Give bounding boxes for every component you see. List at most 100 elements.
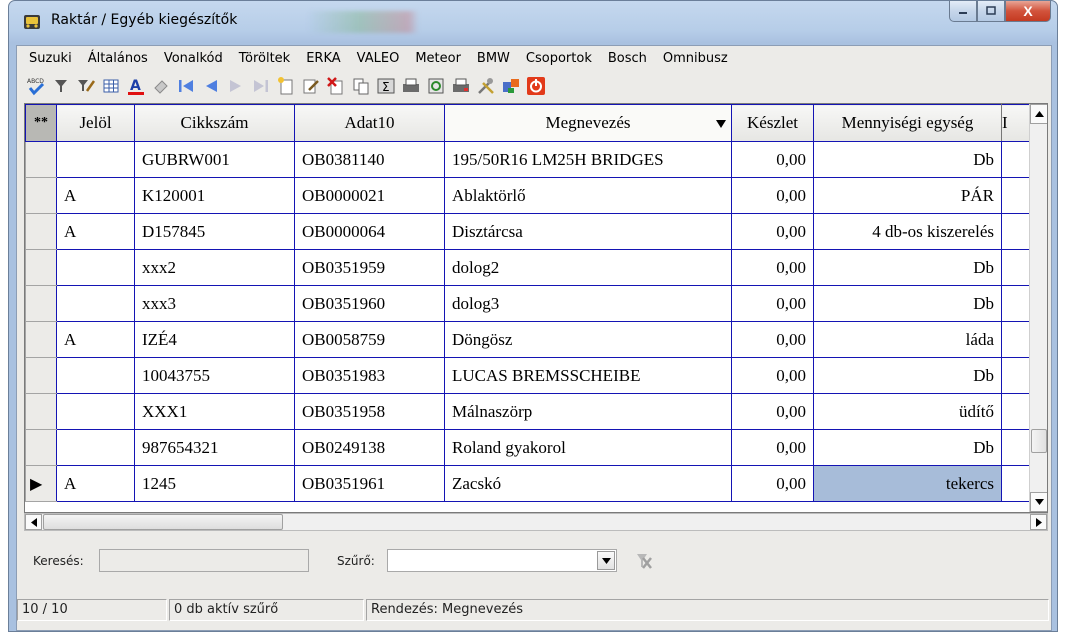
table-row[interactable]: 10043755 OB0351983 LUCAS BREMSSCHEIBE 0,00 D… [25,357,1032,394]
cell-jelol[interactable] [56,357,135,394]
cell-keszlet[interactable]: 0,00 [731,465,814,502]
cell-cikkszam[interactable]: GUBRW001 [134,141,295,178]
scroll-right-button[interactable] [1030,514,1047,530]
grid-button[interactable] [100,76,121,97]
cell-megnevezes[interactable]: Disztárcsa [444,213,732,250]
cell-megnevezes[interactable]: Zacskó [444,465,732,502]
cell-mennyisegi-egyseg[interactable]: üdítő [813,393,1002,430]
cell-keszlet[interactable]: 0,00 [731,321,814,358]
filter-dropdown-button[interactable] [597,551,615,570]
cell-adat10[interactable]: OB0058759 [294,321,445,358]
column-header-mennyisegi-egyseg[interactable]: Mennyiségi egység [813,104,1002,142]
cell-cikkszam[interactable]: K120001 [134,177,295,214]
cell-mennyisegi-egyseg[interactable]: Db [813,249,1002,286]
print-preview-button[interactable] [450,76,471,97]
new-record-button[interactable] [275,76,296,97]
font-color-button[interactable]: A [125,76,146,97]
menu-erka[interactable]: ERKA [306,51,340,66]
cell-megnevezes[interactable]: LUCAS BREMSSCHEIBE [444,357,732,394]
scroll-left-button[interactable] [25,514,42,530]
cell-cikkszam[interactable]: XXX1 [134,393,295,430]
cell-mennyisegi-egyseg[interactable]: Db [813,141,1002,178]
cell-megnevezes[interactable]: 195/50R16 LM25H BRIDGES [444,141,732,178]
close-button[interactable]: X [1005,1,1051,22]
cell-mennyisegi-egyseg[interactable]: láda [813,321,1002,358]
spell-check-button[interactable]: ABCD [25,76,46,97]
row-indicator[interactable] [25,357,57,394]
table-row[interactable]: A D157845 OB0000064 Disztárcsa 0,00 4 db-os k… [25,213,1032,250]
cell-megnevezes[interactable]: dolog3 [444,285,732,322]
menu-altalanos[interactable]: Általános [88,51,148,66]
cell-extra[interactable] [1001,321,1032,358]
menu-vonalkod[interactable]: Vonalkód [164,51,223,66]
cell-keszlet[interactable]: 0,00 [731,285,814,322]
cell-jelol[interactable] [56,249,135,286]
row-indicator[interactable]: ▶ [25,465,57,502]
column-header-indicator[interactable]: ** [25,104,57,142]
cell-cikkszam[interactable]: 987654321 [134,429,295,466]
menu-toroltek[interactable]: Töröltek [239,51,290,66]
cell-megnevezes[interactable]: Roland gyakorol [444,429,732,466]
title-bar[interactable]: Raktár / Egyéb kiegészítők X [9,1,1057,43]
cell-jelol[interactable]: A [56,321,135,358]
print-button[interactable] [400,76,421,97]
table-row[interactable]: A K120001 OB0000021 Ablaktörlő 0,00 PÁR [25,177,1032,214]
row-indicator[interactable] [25,177,57,214]
column-header-keszlet[interactable]: Készlet [731,104,814,142]
scroll-up-button[interactable] [1030,104,1047,124]
cell-keszlet[interactable]: 0,00 [731,357,814,394]
eraser-button[interactable] [150,76,171,97]
menu-bosch[interactable]: Bosch [608,51,647,66]
menu-omnibusz[interactable]: Omnibusz [663,51,728,66]
cell-cikkszam[interactable]: xxx3 [134,285,295,322]
menu-meteor[interactable]: Meteor [415,51,461,66]
cell-extra[interactable] [1001,249,1032,286]
cell-megnevezes[interactable]: dolog2 [444,249,732,286]
table-row[interactable]: xxx3 OB0351960 dolog3 0,00 Db [25,285,1032,322]
next-record-button[interactable] [225,76,246,97]
cell-cikkszam[interactable]: D157845 [134,213,295,250]
cell-jelol[interactable] [56,429,135,466]
cell-keszlet[interactable]: 0,00 [731,141,814,178]
copy-button[interactable] [350,76,371,97]
last-record-button[interactable] [250,76,271,97]
sum-button[interactable]: Σ [375,76,396,97]
minimize-button[interactable] [949,1,977,22]
cell-extra[interactable] [1001,213,1032,250]
cell-keszlet[interactable]: 0,00 [731,177,814,214]
cell-cikkszam[interactable]: 10043755 [134,357,295,394]
clear-filter-button[interactable] [633,550,655,572]
vertical-scrollbar[interactable] [1029,104,1047,512]
cell-extra[interactable] [1001,465,1032,502]
column-header-extra[interactable]: I [1001,104,1032,142]
cell-jelol[interactable] [56,141,135,178]
column-header-adat10[interactable]: Adat10 [294,104,445,142]
refresh-button[interactable] [425,76,446,97]
cell-megnevezes[interactable]: Ablaktörlő [444,177,732,214]
cell-jelol[interactable]: A [56,213,135,250]
cell-extra[interactable] [1001,177,1032,214]
column-header-cikkszam[interactable]: Cikkszám [134,104,295,142]
cell-keszlet[interactable]: 0,00 [731,393,814,430]
row-indicator[interactable] [25,429,57,466]
cell-mennyisegi-egyseg[interactable]: PÁR [813,177,1002,214]
cell-megnevezes[interactable]: Málnaszörp [444,393,732,430]
cell-adat10[interactable]: OB0381140 [294,141,445,178]
maximize-button[interactable] [977,1,1005,22]
menu-valeo[interactable]: VALEO [357,51,400,66]
cell-extra[interactable] [1001,429,1032,466]
table-row[interactable]: xxx2 OB0351959 dolog2 0,00 Db [25,249,1032,286]
cell-adat10[interactable]: OB0351983 [294,357,445,394]
cell-adat10[interactable]: OB0249138 [294,429,445,466]
prev-record-button[interactable] [200,76,221,97]
cell-adat10[interactable]: OB0351958 [294,393,445,430]
data-grid[interactable]: ** Jelöl Cikkszám Adat10 Megnevezés Kész… [24,103,1048,513]
column-header-megnevezes[interactable]: Megnevezés [444,104,732,142]
export-button[interactable] [500,76,521,97]
cell-jelol[interactable]: A [56,177,135,214]
cell-keszlet[interactable]: 0,00 [731,429,814,466]
table-row[interactable]: A IZÉ4 OB0058759 Döngösz 0,00 láda [25,321,1032,358]
cell-cikkszam[interactable]: xxx2 [134,249,295,286]
row-indicator[interactable] [25,321,57,358]
filter-select[interactable] [387,549,617,572]
